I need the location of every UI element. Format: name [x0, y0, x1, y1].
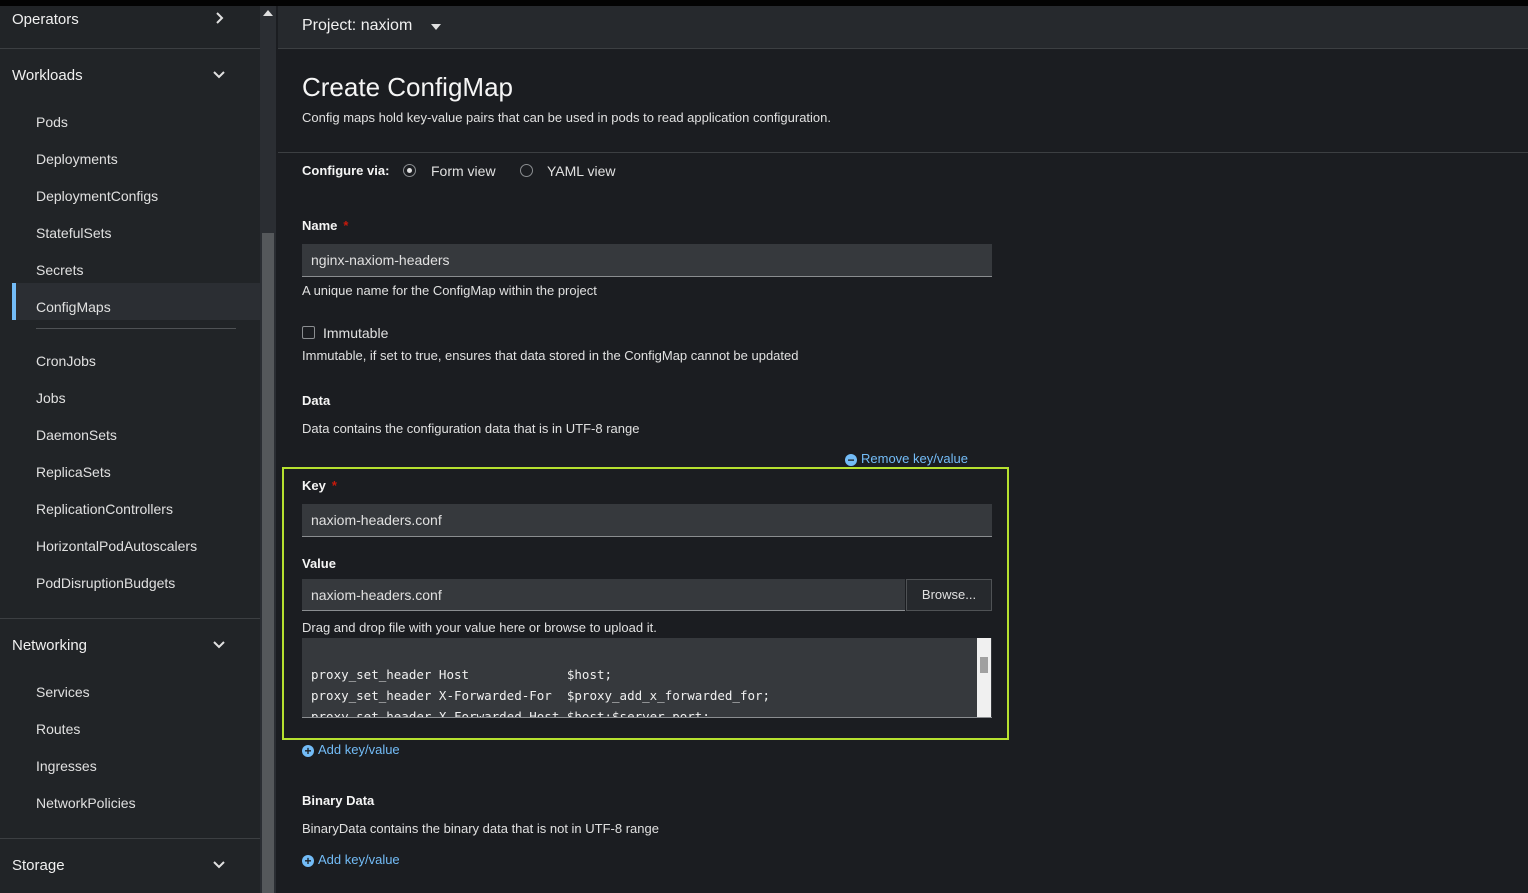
minus-circle-icon: − — [845, 454, 857, 466]
form-view-label[interactable]: Form view — [431, 163, 496, 179]
key-input[interactable] — [302, 504, 992, 537]
sidebar-item-deployments[interactable]: Deployments — [36, 151, 118, 167]
code-line: proxy_set_header X-Forwarded-For $proxy_… — [311, 688, 771, 703]
sidebar-item-ingresses[interactable]: Ingresses — [36, 758, 97, 774]
value-label: Value — [302, 556, 336, 571]
configure-via-label: Configure via: — [302, 163, 390, 178]
name-input[interactable] — [302, 244, 992, 277]
binary-data-label: Binary Data — [302, 793, 375, 808]
yaml-view-label[interactable]: YAML view — [547, 163, 615, 179]
nav-section-workloads[interactable]: Workloads — [12, 67, 83, 84]
value-textarea[interactable]: proxy_set_header Host $host; proxy_set_h… — [302, 638, 992, 718]
browse-button[interactable]: Browse... — [906, 579, 992, 611]
required-asterisk: * — [331, 478, 337, 493]
sidebar-item-deploymentconfigs[interactable]: DeploymentConfigs — [36, 188, 158, 204]
caret-down-icon[interactable] — [431, 24, 441, 30]
section-divider — [278, 152, 1528, 153]
remove-key-value-button[interactable]: − Remove key/value — [845, 451, 968, 466]
binary-data-helper-text: BinaryData contains the binary data that… — [302, 821, 659, 836]
code-line: proxy_set_header X-Forwarded-Host $host:… — [311, 709, 710, 718]
sidebar-item-daemonsets[interactable]: DaemonSets — [36, 427, 117, 443]
form-view-radio[interactable] — [403, 164, 416, 177]
sidebar-item-routes[interactable]: Routes — [36, 721, 80, 737]
sidebar-item-jobs[interactable]: Jobs — [36, 390, 66, 406]
add-key-value-label: Add key/value — [318, 742, 400, 757]
data-label: Data — [302, 393, 331, 408]
key-label-text: Key — [302, 478, 326, 493]
main-content — [278, 6, 1528, 893]
page-title: Create ConfigMap — [302, 72, 513, 102]
code-line: proxy_set_header Host $host; — [311, 667, 613, 682]
nav-active-indicator — [12, 283, 16, 320]
nav-section-networking[interactable]: Networking — [12, 637, 87, 654]
page-description: Config maps hold key-value pairs that ca… — [302, 110, 831, 125]
sidebar-item-replicasets[interactable]: ReplicaSets — [36, 464, 111, 480]
sidebar-item-configmaps[interactable]: ConfigMaps — [36, 299, 111, 315]
sidebar-item-pods[interactable]: Pods — [36, 114, 68, 130]
plus-circle-icon: + — [302, 855, 314, 867]
name-label: Name * — [302, 218, 348, 233]
sidebar-item-statefulsets[interactable]: StatefulSets — [36, 225, 112, 241]
sidebar-item-replicationcontrollers[interactable]: ReplicationControllers — [36, 501, 173, 517]
chevron-down-icon[interactable] — [212, 67, 226, 81]
sidebar-item-poddisruptionbudgets[interactable]: PodDisruptionBudgets — [36, 575, 175, 591]
chevron-right-icon[interactable] — [212, 11, 226, 25]
chevron-down-icon[interactable] — [212, 857, 226, 871]
sidebar-scroll-thumb[interactable] — [262, 233, 274, 893]
sidebar-divider — [0, 48, 260, 49]
scroll-up-arrow-icon[interactable] — [263, 10, 273, 16]
yaml-view-radio[interactable] — [520, 164, 533, 177]
textarea-scrollbar[interactable] — [977, 638, 991, 717]
sidebar-item-services[interactable]: Services — [36, 684, 90, 700]
sidebar-inner-divider — [36, 328, 236, 329]
name-helper-text: A unique name for the ConfigMap within t… — [302, 283, 597, 298]
project-selector[interactable]: Project: naxiom — [302, 17, 412, 35]
plus-circle-icon: + — [302, 745, 314, 757]
textarea-scroll-thumb[interactable] — [980, 657, 988, 673]
add-key-value-button[interactable]: + Add key/value — [302, 742, 400, 757]
nav-section-storage[interactable]: Storage — [12, 857, 65, 874]
data-helper-text: Data contains the configuration data tha… — [302, 421, 640, 436]
file-name-input[interactable] — [302, 579, 905, 611]
sidebar-divider — [0, 838, 260, 839]
sidebar-divider — [0, 618, 260, 619]
add-binary-key-value-label: Add key/value — [318, 852, 400, 867]
nav-section-operators[interactable]: Operators — [12, 11, 79, 28]
immutable-label[interactable]: Immutable — [323, 325, 388, 341]
remove-key-value-label: Remove key/value — [861, 451, 968, 466]
immutable-checkbox[interactable] — [302, 326, 315, 339]
required-asterisk: * — [343, 218, 349, 233]
sidebar-item-cronjobs[interactable]: CronJobs — [36, 353, 96, 369]
add-binary-key-value-button[interactable]: + Add key/value — [302, 852, 400, 867]
name-label-text: Name — [302, 218, 338, 233]
sidebar-item-secrets[interactable]: Secrets — [36, 262, 83, 278]
drag-drop-helper-text: Drag and drop file with your value here … — [302, 620, 657, 635]
chevron-down-icon[interactable] — [212, 637, 226, 651]
key-label: Key * — [302, 478, 337, 493]
immutable-helper-text: Immutable, if set to true, ensures that … — [302, 348, 799, 363]
project-bar — [278, 6, 1528, 49]
sidebar-item-networkpolicies[interactable]: NetworkPolicies — [36, 795, 136, 811]
sidebar-item-horizontalpodautoscalers[interactable]: HorizontalPodAutoscalers — [36, 538, 197, 554]
